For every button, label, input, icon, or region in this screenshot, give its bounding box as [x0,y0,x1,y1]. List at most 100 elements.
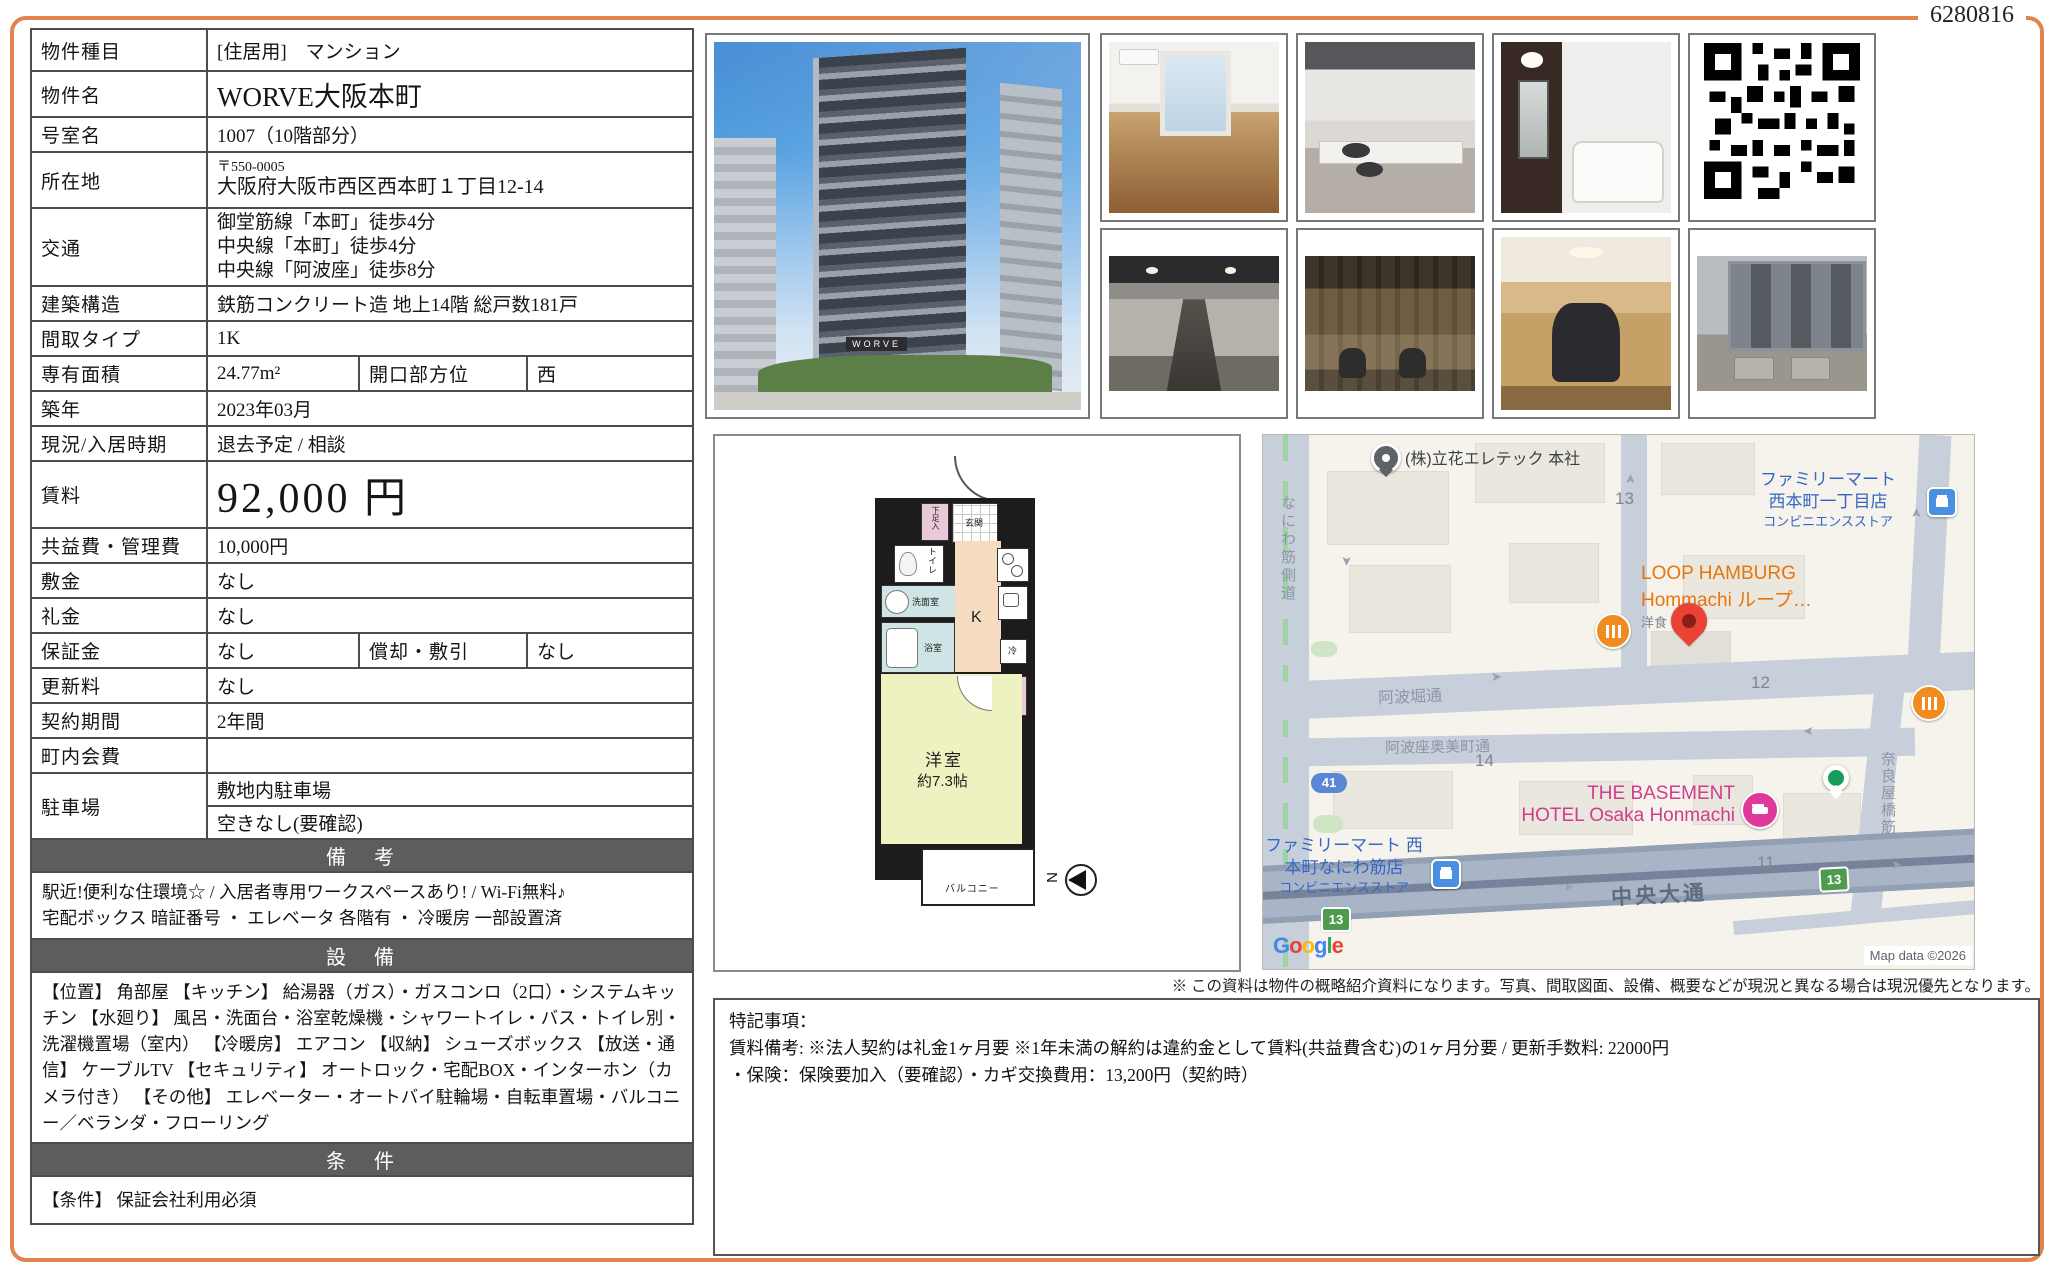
facing-value: 西 [527,356,693,391]
row-value: 2年間 [207,703,693,738]
table-row: 専有面積 24.77m² 開口部方位 西 [31,356,693,391]
disclaimer-text: ※ この資料は物件の概略紹介資料になります。写真、間取図面、設備、概要などが現況… [713,974,2040,996]
street-greenery-shape [758,355,1052,395]
conditions-text: 【条件】 保証会社利用必須 [31,1176,693,1224]
table-row: 築年 2023年03月 [31,391,693,426]
conditions-row: 【条件】 保証会社利用必須 [31,1176,693,1224]
address-text: 大阪府大阪市西区西本町１丁目12-14 [217,176,683,199]
balcony-area: バルコニー [921,848,1035,906]
shoe-box-label: 下足入 [930,506,941,530]
balcony-label: バルコニー [945,880,1000,895]
block-number: 12 [1751,673,1770,693]
ceiling-light-shape [1225,267,1237,274]
genkan-area: 玄関 [952,503,998,543]
company-pin-icon [1371,443,1401,473]
wood-panel-shape [1305,256,1475,391]
row-label: 更新料 [31,668,207,703]
access-line: 中央線「阿波座」徒歩8分 [217,259,683,283]
row-label: 所在地 [31,152,207,208]
corridor-floor-shape [1167,299,1221,391]
building-sign: WORVE [846,337,907,351]
access-value: 御堂筋線「本町」徒歩4分 中央線「本町」徒歩4分 中央線「阿波座」徒歩8分 [207,208,693,286]
row-value: 1K [207,321,693,356]
table-row: 現況/入居時期 退去予定 / 相談 [31,426,693,461]
table-row: 共益費・管理費 10,000円 [31,528,693,563]
road-awabori [1262,651,1975,721]
basin-shape [885,590,909,614]
hotel-label: THE BASEMENT HOTEL Osaka Honmachi [1509,783,1735,827]
compass-needle [1068,870,1086,890]
route-badge-13: 13 [1818,866,1849,893]
bathtub-shape [1572,141,1664,203]
kitchen-area: K [955,541,1001,672]
remarks-text: 駅近!便利な住環境☆ / 入居者専用ワークスペースあり! / Wi-Fi無料♪ … [31,872,693,939]
mirror-shape [1518,80,1549,159]
room-type-label: 洋室 [925,746,963,771]
bathroom-image [1501,42,1671,213]
road-arrow-icon: ➤ [1891,857,1903,874]
facing-label: 開口部方位 [359,356,527,391]
ceiling-light-shape [1146,267,1158,274]
map-building-block [1333,771,1453,829]
bath-light-shape [1521,52,1543,67]
row-value [207,738,693,773]
booth-image [1501,237,1671,410]
road-arrow-icon: ➤ [1563,879,1575,896]
sink-area [998,586,1028,620]
row-label: 号室名 [31,117,207,152]
map-building-block [1349,565,1451,633]
room-door-arc [957,676,992,711]
burner-shape [1342,143,1369,158]
row-label: 敷金 [31,563,207,598]
burner-ring [1011,565,1023,577]
company-pin-label: (株)立花エレテック 本社 [1405,445,1580,469]
poi-line: 洋食 [1641,612,1812,631]
remarks-line: 駅近!便利な住環境☆ / 入居者専用ワークスペースあり! / Wi-Fi無料♪ [42,882,566,902]
google-logo: Google [1273,933,1343,959]
building-exterior-image: WORVE [714,42,1081,410]
table-row: 礼金 なし [31,598,693,633]
row-label: 物件名 [31,71,207,117]
row-label: 現況/入居時期 [31,426,207,461]
burner-ring [1002,553,1014,565]
table-row: 町内会費 [31,738,693,773]
road-arrow-icon: ➤ [1491,669,1502,685]
access-line: 中央線「本町」徒歩4分 [217,235,683,259]
rent-value: 92,000 円 [207,461,693,528]
row-label: 物件種目 [31,29,207,71]
photo-bathroom [1492,33,1680,222]
access-line: 御堂筋線「本町」徒歩4分 [217,211,683,235]
room-size-label: 約7.3帖 [917,770,968,791]
washroom-label: 洗面室 [912,595,939,608]
toilet-shape [899,552,917,576]
document-number: 6280816 [1918,2,2026,29]
row-value: なし [207,598,693,633]
block-number: 11 [1757,853,1775,873]
street-label-chuo: 中央大通 [1610,877,1707,912]
photo-workspace [1296,228,1484,419]
stove-area [997,548,1029,582]
photo-room-interior [1100,33,1288,222]
compass-n-label: N [1044,872,1061,883]
restaurant-icon [1911,685,1947,721]
table-row: 交通 御堂筋線「本町」徒歩4分 中央線「本町」徒歩4分 中央線「阿波座」徒歩8分 [31,208,693,286]
area-value: 24.77m² [207,356,359,391]
fridge-area: 冷 [1000,639,1027,664]
table-row: 駐車場 敷地内駐車場 [31,773,693,806]
green-place-pin-icon [1823,765,1849,791]
poi-line: THE BASEMENT [1509,783,1735,805]
genkan-label: 玄関 [965,516,983,529]
qr-code-cell [1688,33,1876,222]
map-greenery [1311,641,1337,657]
workspace-image [1305,256,1475,391]
equipment-row: 【位置】 角部屋 【キッチン】 給湯器（ガス）・ガスコンロ（2口）・システムキッ… [31,972,693,1144]
kitchen-label: K [971,609,982,627]
address-value: 〒550-0005 大阪府大阪市西区西本町１丁目12-14 [207,152,693,208]
road-arrow-icon: ➤ [1338,556,1354,567]
conditions-header-row: 条 件 [31,1143,693,1176]
glass-facade-shape [1728,261,1867,351]
kitchen-image [1305,42,1475,213]
burner-shape [1356,162,1383,177]
table-row: 所在地 〒550-0005 大阪府大阪市西区西本町１丁目12-14 [31,152,693,208]
convenience-store-icon [1431,859,1461,889]
